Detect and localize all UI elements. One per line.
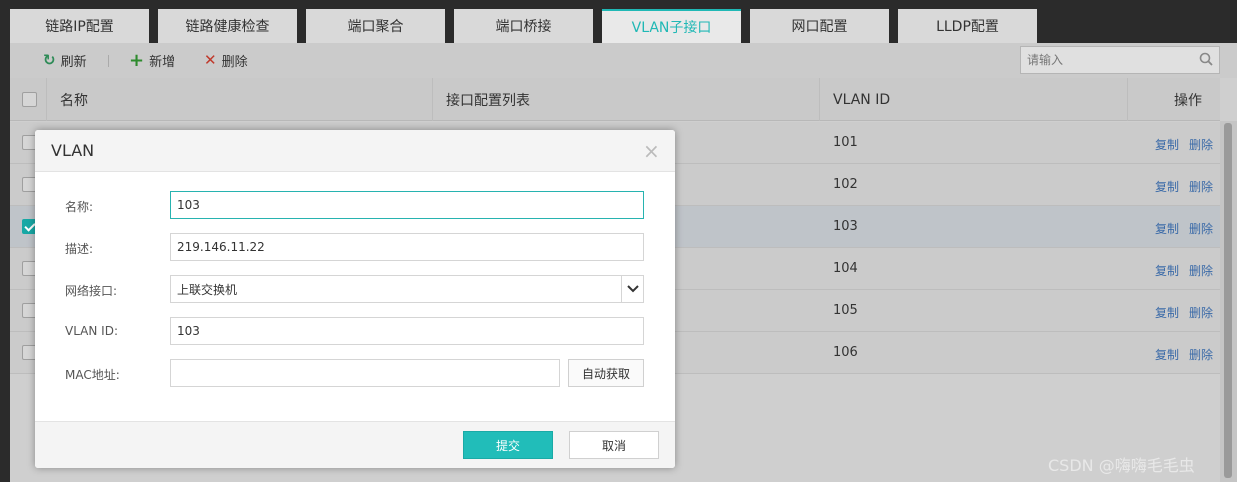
dialog-title: VLAN [51, 141, 95, 160]
tab-port-bridge[interactable]: 端口桥接 [454, 9, 593, 43]
column-header-interfaces: 接口配置列表 [432, 78, 819, 121]
dialog-header: VLAN × [35, 130, 675, 172]
mac-field[interactable] [170, 359, 560, 387]
toolbar: ↻ 刷新 + 新增 ✕ 删除 [10, 43, 1237, 78]
copy-link[interactable]: 复制 [1155, 262, 1179, 279]
auto-obtain-button[interactable]: 自动获取 [568, 359, 644, 387]
add-label: 新增 [149, 55, 176, 70]
tab-port-aggregation[interactable]: 端口聚合 [306, 9, 445, 43]
column-header-name: 名称 [46, 78, 436, 121]
refresh-label: 刷新 [60, 55, 87, 70]
description-field[interactable]: 219.146.11.22 [170, 233, 644, 261]
delete-button[interactable]: ✕ 删除 [204, 51, 248, 71]
vlan-id-label: VLAN ID: [65, 324, 118, 338]
submit-button[interactable]: 提交 [463, 431, 553, 459]
vlan-id-field[interactable]: 103 [170, 317, 644, 345]
copy-link[interactable]: 复制 [1155, 136, 1179, 153]
plus-icon: + [129, 49, 145, 71]
column-header-ops: 操作 [1127, 78, 1220, 121]
delete-link[interactable]: 删除 [1189, 346, 1213, 363]
copy-link[interactable]: 复制 [1155, 220, 1179, 237]
row-vlan-id: 101 [833, 135, 858, 150]
copy-link[interactable]: 复制 [1155, 178, 1179, 195]
search-box [1020, 46, 1220, 74]
row-vlan-id: 104 [833, 261, 858, 276]
delete-link[interactable]: 删除 [1189, 304, 1213, 321]
select-all-checkbox[interactable] [22, 92, 37, 107]
vertical-scrollbar[interactable] [1220, 121, 1237, 482]
close-icon: ✕ [204, 51, 217, 69]
description-value: 219.146.11.22 [177, 240, 265, 254]
delete-link[interactable]: 删除 [1189, 262, 1213, 279]
tab-lldp-config[interactable]: LLDP配置 [898, 9, 1037, 43]
interface-value: 上联交换机 [177, 282, 238, 297]
delete-link[interactable]: 删除 [1189, 178, 1213, 195]
name-label: 名称: [65, 200, 94, 214]
chevron-down-icon[interactable] [621, 276, 643, 302]
watermark: CSDN @嗨嗨毛毛虫 [1048, 456, 1195, 475]
add-button[interactable]: + 新增 [129, 51, 175, 70]
table-header: 名称 接口配置列表 VLAN ID 操作 [10, 78, 1220, 121]
delete-link[interactable]: 删除 [1189, 136, 1213, 153]
column-header-vlan-id: VLAN ID [819, 78, 1127, 121]
name-value: 103 [177, 198, 200, 212]
cancel-button[interactable]: 取消 [569, 431, 659, 459]
copy-link[interactable]: 复制 [1155, 346, 1179, 363]
tab-link-ip-config[interactable]: 链路IP配置 [10, 9, 149, 43]
refresh-icon: ↻ [43, 51, 56, 69]
close-icon[interactable]: × [643, 139, 660, 163]
tab-nic-config[interactable]: 网口配置 [750, 9, 889, 43]
vlan-dialog: VLAN × 名称: 103 描述: 219.146.11.22 网络接口: 上… [35, 130, 675, 468]
description-label: 描述: [65, 242, 94, 256]
delete-label: 删除 [221, 55, 248, 70]
row-vlan-id: 102 [833, 177, 858, 192]
tab-vlan-subinterface[interactable]: VLAN子接口 [602, 9, 741, 43]
row-vlan-id: 103 [833, 219, 858, 234]
delete-link[interactable]: 删除 [1189, 220, 1213, 237]
vlan-id-value: 103 [177, 324, 200, 338]
tab-bar: 链路IP配置 链路健康检查 端口聚合 端口桥接 VLAN子接口 网口配置 LLD… [0, 0, 1237, 43]
interface-label: 网络接口: [65, 284, 118, 298]
name-field[interactable]: 103 [170, 191, 644, 219]
tab-link-health-check[interactable]: 链路健康检查 [158, 9, 297, 43]
refresh-button[interactable]: ↻ 刷新 [43, 51, 87, 71]
toolbar-divider [108, 55, 109, 67]
row-vlan-id: 106 [833, 345, 858, 360]
interface-select[interactable]: 上联交换机 [170, 275, 644, 303]
search-icon[interactable] [1199, 52, 1213, 66]
search-input[interactable] [1021, 47, 1191, 73]
mac-label: MAC地址: [65, 368, 120, 382]
copy-link[interactable]: 复制 [1155, 304, 1179, 321]
scrollbar-thumb[interactable] [1224, 123, 1232, 478]
row-vlan-id: 105 [833, 303, 858, 318]
